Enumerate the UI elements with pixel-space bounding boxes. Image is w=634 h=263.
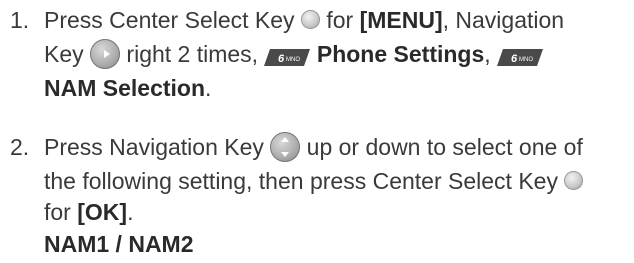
nav-right-arrow xyxy=(104,49,111,58)
step-2-line-1: 2. Press Navigation Key up or down to sel… xyxy=(0,131,583,162)
step-1-text-a: Press Center Select Key xyxy=(44,7,295,33)
key6-shape: 6 MNO xyxy=(264,49,311,67)
step-1-line-3: NAM Selection. xyxy=(44,73,211,103)
step-1-line-2: Key right 2 times, 6 MNO Phone Settings,… xyxy=(44,38,544,69)
center-select-key-icon xyxy=(564,171,584,191)
step-1-line-1: 1. Press Center Select Key for [MENU], Na… xyxy=(0,5,564,35)
step-2-line-2: the following setting, then press Center… xyxy=(44,166,584,196)
ok-label: [OK] xyxy=(77,199,128,225)
nav-updown-arrows xyxy=(281,136,290,157)
step-2-line-3: for [OK]. xyxy=(44,197,133,227)
6mno-key-icon: 6 MNO xyxy=(497,44,544,67)
6mno-key-icon: 6 MNO xyxy=(264,44,311,67)
key6-letters: MNO xyxy=(286,57,300,63)
step-2-text-b: up or down to select one of xyxy=(306,134,583,160)
nam-options: NAM1 / NAM2 xyxy=(44,231,194,257)
step-2-period: . xyxy=(127,199,134,225)
key6-number: 6 xyxy=(511,53,518,65)
step-1-number: 1. xyxy=(10,7,30,33)
menu-label: [MENU] xyxy=(359,7,443,33)
navigation-up-down-key-icon xyxy=(270,131,301,162)
step-1-period: . xyxy=(205,75,212,101)
step-2-text-c: the following setting, then press Center… xyxy=(44,168,558,194)
step-1-text-c: Key xyxy=(44,41,84,67)
key6-letters: MNO xyxy=(519,57,533,63)
center-select-key-icon xyxy=(300,10,320,30)
step-2-text-a: Press Navigation Key xyxy=(44,134,264,160)
navigation-right-key-icon xyxy=(90,38,121,69)
key6-shape-2: 6 MNO xyxy=(497,49,544,67)
step-1-for: for xyxy=(326,7,354,33)
key6-number: 6 xyxy=(278,53,285,65)
phone-settings-label: Phone Settings xyxy=(316,41,485,67)
step-1-text-b: , Navigation xyxy=(442,7,565,33)
step-1-text-d: right 2 times, xyxy=(126,41,259,67)
step-2-line-4: NAM1 / NAM2 xyxy=(44,229,194,259)
step-1-comma: , xyxy=(484,41,491,67)
nam-selection-label: NAM Selection xyxy=(44,75,206,101)
step-2-number: 2. xyxy=(10,134,30,160)
step-2-text-d: for xyxy=(44,199,71,225)
